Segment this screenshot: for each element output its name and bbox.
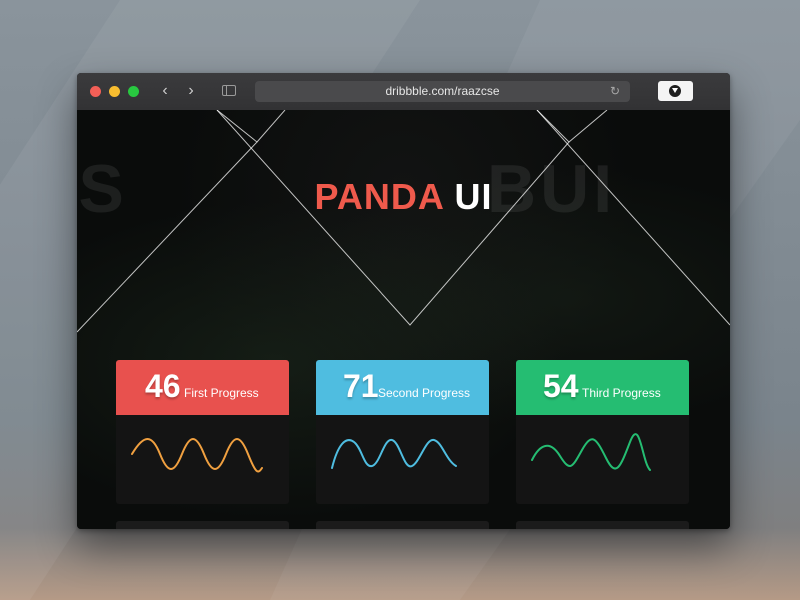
forward-icon[interactable]: › [182,82,200,100]
reload-icon[interactable]: ↻ [610,81,620,102]
close-window-button[interactable] [90,86,101,97]
wave-chart [531,433,651,471]
title-accent-word: PANDA [314,176,444,217]
download-icon [669,85,681,97]
progress-card-third[interactable]: 54 Third Progress [516,360,689,504]
progress-value: 54 [543,368,579,404]
progress-value: 46 [145,368,181,404]
sidebar-toggle-icon[interactable] [222,85,236,96]
page-title: PANDA UI [77,176,730,218]
browser-toolbar: ‹ › dribbble.com/raazcse ↻ [77,73,730,111]
address-bar[interactable]: dribbble.com/raazcse ↻ [255,81,630,102]
back-icon[interactable]: ‹ [156,82,174,100]
progress-value: 71 [343,368,379,404]
wave-chart [131,438,263,473]
progress-card-first[interactable]: 46 First Progress [116,360,289,504]
card-header: 54 Third Progress [516,360,689,415]
card-placeholder [116,521,289,529]
page-content: KITS BUI PANDA UI 46 First Progress [77,110,730,529]
progress-label: Second Progress [378,386,471,400]
card-placeholder [316,521,489,529]
browser-window: ‹ › dribbble.com/raazcse ↻ KITS BUI PAND… [77,73,730,529]
maximize-window-button[interactable] [128,86,139,97]
wave-chart [331,439,457,469]
url-text: dribbble.com/raazcse [385,84,500,98]
title-main-word: UI [454,176,493,217]
progress-label: Third Progress [582,386,661,400]
card-header: 71 Second Progress [316,360,489,415]
download-button[interactable] [658,81,693,101]
card-placeholder [516,521,689,529]
card-header: 46 First Progress [116,360,289,415]
minimize-window-button[interactable] [109,86,120,97]
progress-label: First Progress [184,386,259,400]
progress-card-second[interactable]: 71 Second Progress [316,360,489,504]
